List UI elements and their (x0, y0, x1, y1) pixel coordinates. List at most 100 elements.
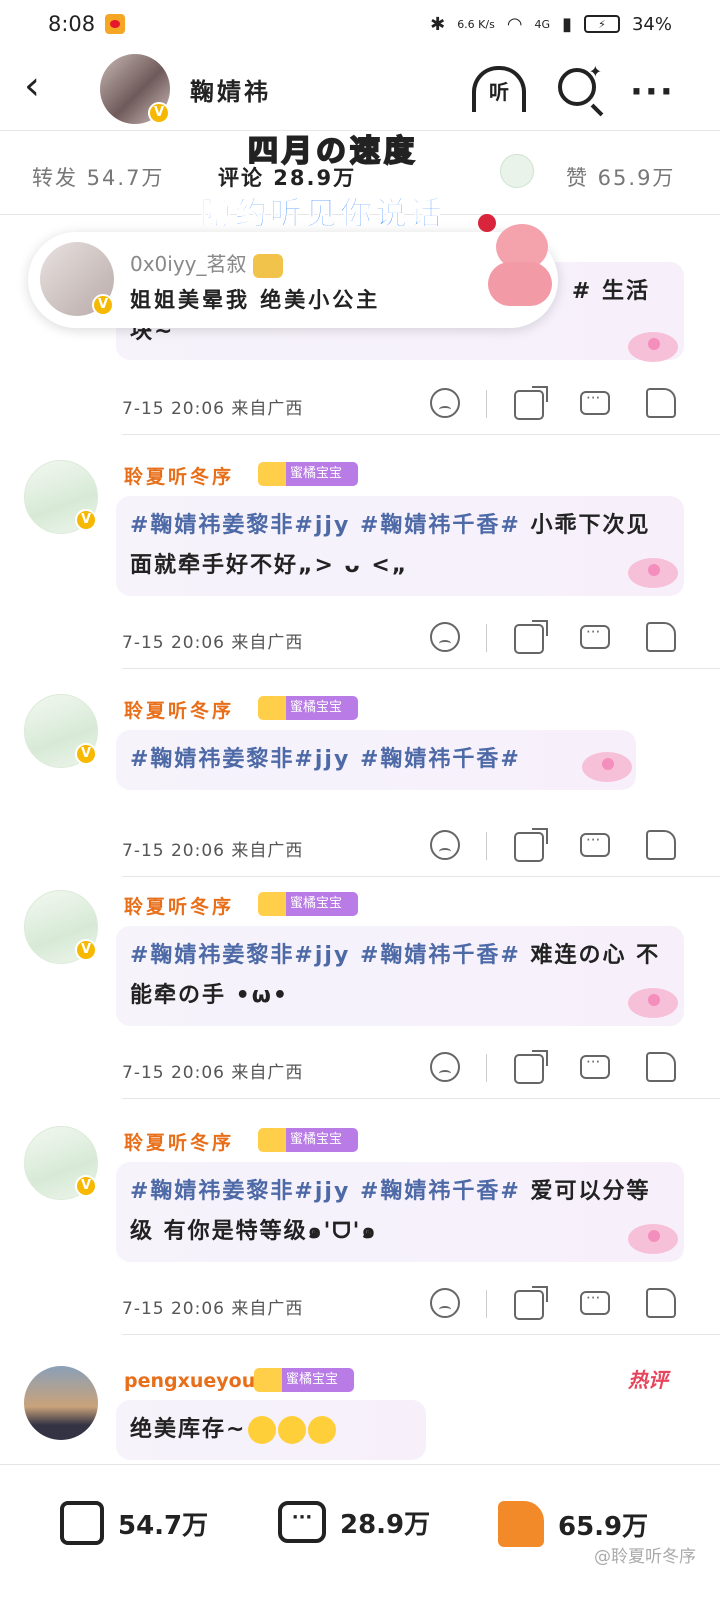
dislike-icon[interactable] (430, 830, 460, 860)
reply-icon[interactable] (580, 1053, 610, 1079)
commenter-avatar[interactable]: V (24, 460, 98, 534)
share-icon[interactable] (514, 828, 548, 862)
commenter-name[interactable]: 聆夏听冬序 (124, 462, 234, 489)
dislike-icon[interactable] (430, 1052, 460, 1082)
author-avatar[interactable]: V (100, 54, 170, 124)
bow-sticker (572, 744, 642, 790)
emoji-icon (248, 1416, 277, 1444)
status-bar: 8:08 ✱ 6.6 K/s ◠ 4G ▮ ⚡ 34% (0, 0, 720, 48)
share-icon[interactable] (514, 620, 548, 654)
repost-count: 54.7万 (118, 1510, 209, 1541)
status-time: 8:08 (48, 12, 96, 36)
watermark: @聆夏听冬序 (594, 1547, 696, 1567)
comment-meta: 7-15 20:06 来自广西 (122, 1294, 303, 1319)
battery-percent: 34% (631, 13, 672, 35)
bow-sticker (618, 1216, 688, 1262)
verified-badge-icon: V (75, 939, 97, 961)
author-name[interactable]: 鞠婧祎 (190, 72, 271, 107)
comment-location: 来自广西 (231, 841, 304, 861)
reply-icon[interactable] (580, 831, 610, 857)
bow-sticker (618, 980, 688, 1026)
signal-icon: ▮ (562, 13, 572, 35)
share-icon[interactable] (514, 1050, 548, 1084)
crown-icon (252, 253, 283, 278)
popup-text: 姐姐美晕我 绝美小公主 (130, 288, 381, 312)
post-header: ‹ V 鞠婧祎 听 ✦ ··· (0, 50, 720, 130)
vip-badge: 蜜橘宝宝 (258, 462, 358, 486)
signal-label: 4G (534, 17, 551, 31)
share-icon[interactable] (514, 1286, 548, 1320)
comment-location: 来自广西 (231, 633, 304, 653)
comment-meta: 7-15 20:06 来自广西 (122, 394, 303, 419)
thumbs-up-icon (498, 1501, 544, 1547)
comment-time: 7-15 20:06 (122, 1299, 225, 1319)
vip-badge: 蜜橘宝宝 (254, 1368, 354, 1392)
banner-text-top: 四月の速度 (247, 133, 418, 170)
net-speed: 6.6 K/s (457, 17, 495, 31)
hashtag-link[interactable]: #鞠婧祎姜黎非#jjy #鞠婧祎千香# (130, 1179, 521, 1204)
share-icon[interactable] (514, 386, 548, 420)
listen-icon[interactable]: 听 (472, 66, 526, 112)
dislike-icon[interactable] (430, 388, 460, 418)
reply-icon[interactable] (580, 1289, 610, 1315)
search-icon[interactable]: ✦ (558, 62, 602, 106)
divider (486, 1054, 487, 1082)
back-icon[interactable]: ‹ (24, 66, 68, 110)
comment-bubble: #鞠婧祎姜黎非#jjy #鞠婧祎千香# 小乖下次见面就牵手好不好„> ᴗ <„ (116, 496, 684, 596)
commenter-avatar[interactable]: V (24, 694, 98, 768)
hashtag-link[interactable]: #鞠婧祎姜黎非#jjy #鞠婧祎千香# (130, 513, 521, 538)
commenter-name[interactable]: 聆夏听冬序 (124, 696, 234, 723)
commenter-avatar[interactable]: V (24, 1126, 98, 1200)
like-icon[interactable] (646, 388, 676, 418)
like-button[interactable]: 65.9万 (498, 1501, 648, 1547)
divider (486, 390, 487, 418)
like-icon[interactable] (646, 1288, 676, 1318)
tab-repost[interactable]: 转发 54.7万 (32, 162, 164, 192)
like-icon[interactable] (646, 830, 676, 860)
comment-button[interactable]: ··· 28.9万 (278, 1501, 430, 1543)
comment-bubble: #鞠婧祎姜黎非#jjy #鞠婧祎千香# (116, 730, 636, 790)
bow-sticker (618, 324, 688, 370)
popup-avatar: V (40, 242, 114, 316)
hashtag-link[interactable]: #鞠婧祎姜黎非#jjy #鞠婧祎千香# (130, 747, 521, 772)
vip-badge: 蜜橘宝宝 (258, 696, 358, 720)
commenter-name[interactable]: 聆夏听冬序 (124, 892, 234, 919)
more-icon[interactable]: ··· (630, 72, 675, 112)
reply-icon[interactable] (580, 623, 610, 649)
emoji-icon (278, 1416, 307, 1444)
repost-button[interactable]: 54.7万 (60, 1501, 208, 1545)
divider (122, 434, 720, 435)
verified-badge-icon: V (92, 294, 114, 316)
bluetooth-icon: ✱ (430, 13, 446, 35)
commenter-avatar[interactable] (24, 1366, 98, 1440)
divider (122, 1334, 720, 1335)
commenter-name[interactable]: pengxueyou (124, 1370, 255, 1392)
hot-comment-badge: 热评 (628, 1368, 668, 1392)
hashtag-link[interactable]: #鞠婧祎姜黎非#jjy #鞠婧祎千香# (130, 943, 521, 968)
emoji-icon (308, 1416, 337, 1444)
comment-bubble: 绝美库存~ (116, 1400, 426, 1460)
bow-sticker (618, 550, 688, 596)
wifi-icon: ◠ (506, 13, 523, 35)
comment-location: 来自广西 (231, 1299, 304, 1319)
like-icon[interactable] (646, 622, 676, 652)
commenter-name[interactable]: 聆夏听冬序 (124, 1128, 234, 1155)
divider (486, 1290, 487, 1318)
comment-count: 28.9万 (340, 1509, 431, 1540)
comment-meta: 7-15 20:06 来自广西 (122, 1058, 303, 1083)
battery-icon: ⚡ (583, 15, 620, 33)
like-icon[interactable] (646, 1052, 676, 1082)
divider (122, 876, 720, 877)
banner-text-middle: 隐约听见你说话 (199, 194, 446, 233)
comment-location: 来自广西 (231, 399, 304, 419)
divider (486, 624, 487, 652)
comment-time: 7-15 20:06 (122, 633, 225, 653)
comment-time: 7-15 20:06 (122, 841, 225, 861)
commenter-avatar[interactable]: V (24, 890, 98, 964)
dislike-icon[interactable] (430, 1288, 460, 1318)
tab-like[interactable]: 赞 65.9万 (566, 162, 675, 192)
reply-icon[interactable] (580, 389, 610, 415)
bottom-action-bar: 54.7万 ··· 28.9万 65.9万 (0, 1464, 720, 1600)
dislike-icon[interactable] (430, 622, 460, 652)
comment-time: 7-15 20:06 (122, 1063, 225, 1083)
